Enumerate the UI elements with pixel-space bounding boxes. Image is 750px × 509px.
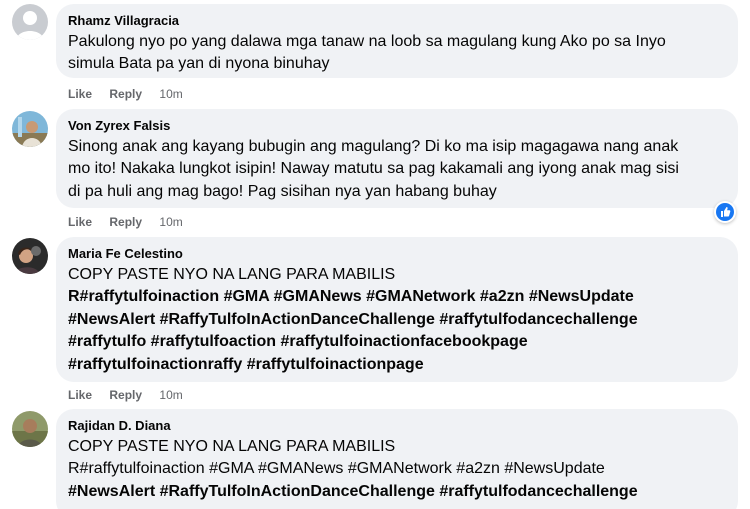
comment-bubble: Rajidan D. Diana COPY PASTE NYO NA LANG … [56,409,738,509]
comment-text: COPY PASTE NYO NA LANG PARA MABILIS R#ra… [68,266,638,373]
like-reaction-icon[interactable] [714,201,736,223]
avatar[interactable] [12,4,48,40]
comment-timestamp[interactable]: 10m [159,215,182,229]
comment-actions: Like Reply 10m [68,86,183,102]
comment-timestamp[interactable]: 10m [159,87,182,101]
comment-actions: Like Reply 10m [68,387,183,403]
comment-timestamp[interactable]: 10m [159,388,182,402]
avatar[interactable] [12,238,48,274]
comment-text: COPY PASTE NYO NA LANG PARA MABILIS R#ra… [68,438,638,500]
comment-actions: Like Reply 10m [68,214,183,230]
reply-button[interactable]: Reply [109,215,142,229]
comment-bubble: Maria Fe Celestino COPY PASTE NYO NA LAN… [56,237,738,382]
comment-bubble: Rhamz Villagracia Pakulong nyo po yang d… [56,4,738,78]
comment-text: Pakulong nyo po yang dalawa mga tanaw na… [68,33,666,73]
like-button[interactable]: Like [68,388,92,402]
comment-author[interactable]: Maria Fe Celestino [68,245,726,263]
comment-author[interactable]: Rajidan D. Diana [68,417,726,435]
like-button[interactable]: Like [68,87,92,101]
reply-button[interactable]: Reply [109,388,142,402]
avatar[interactable] [12,111,48,147]
like-button[interactable]: Like [68,215,92,229]
comment-text: Sinong anak ang kayang bubugin ang magul… [68,138,679,200]
avatar[interactable] [12,411,48,447]
reply-button[interactable]: Reply [109,87,142,101]
comment-author[interactable]: Rhamz Villagracia [68,12,726,30]
comment-author[interactable]: Von Zyrex Falsis [68,117,726,135]
comment-bubble: Von Zyrex Falsis Sinong anak ang kayang … [56,109,738,208]
